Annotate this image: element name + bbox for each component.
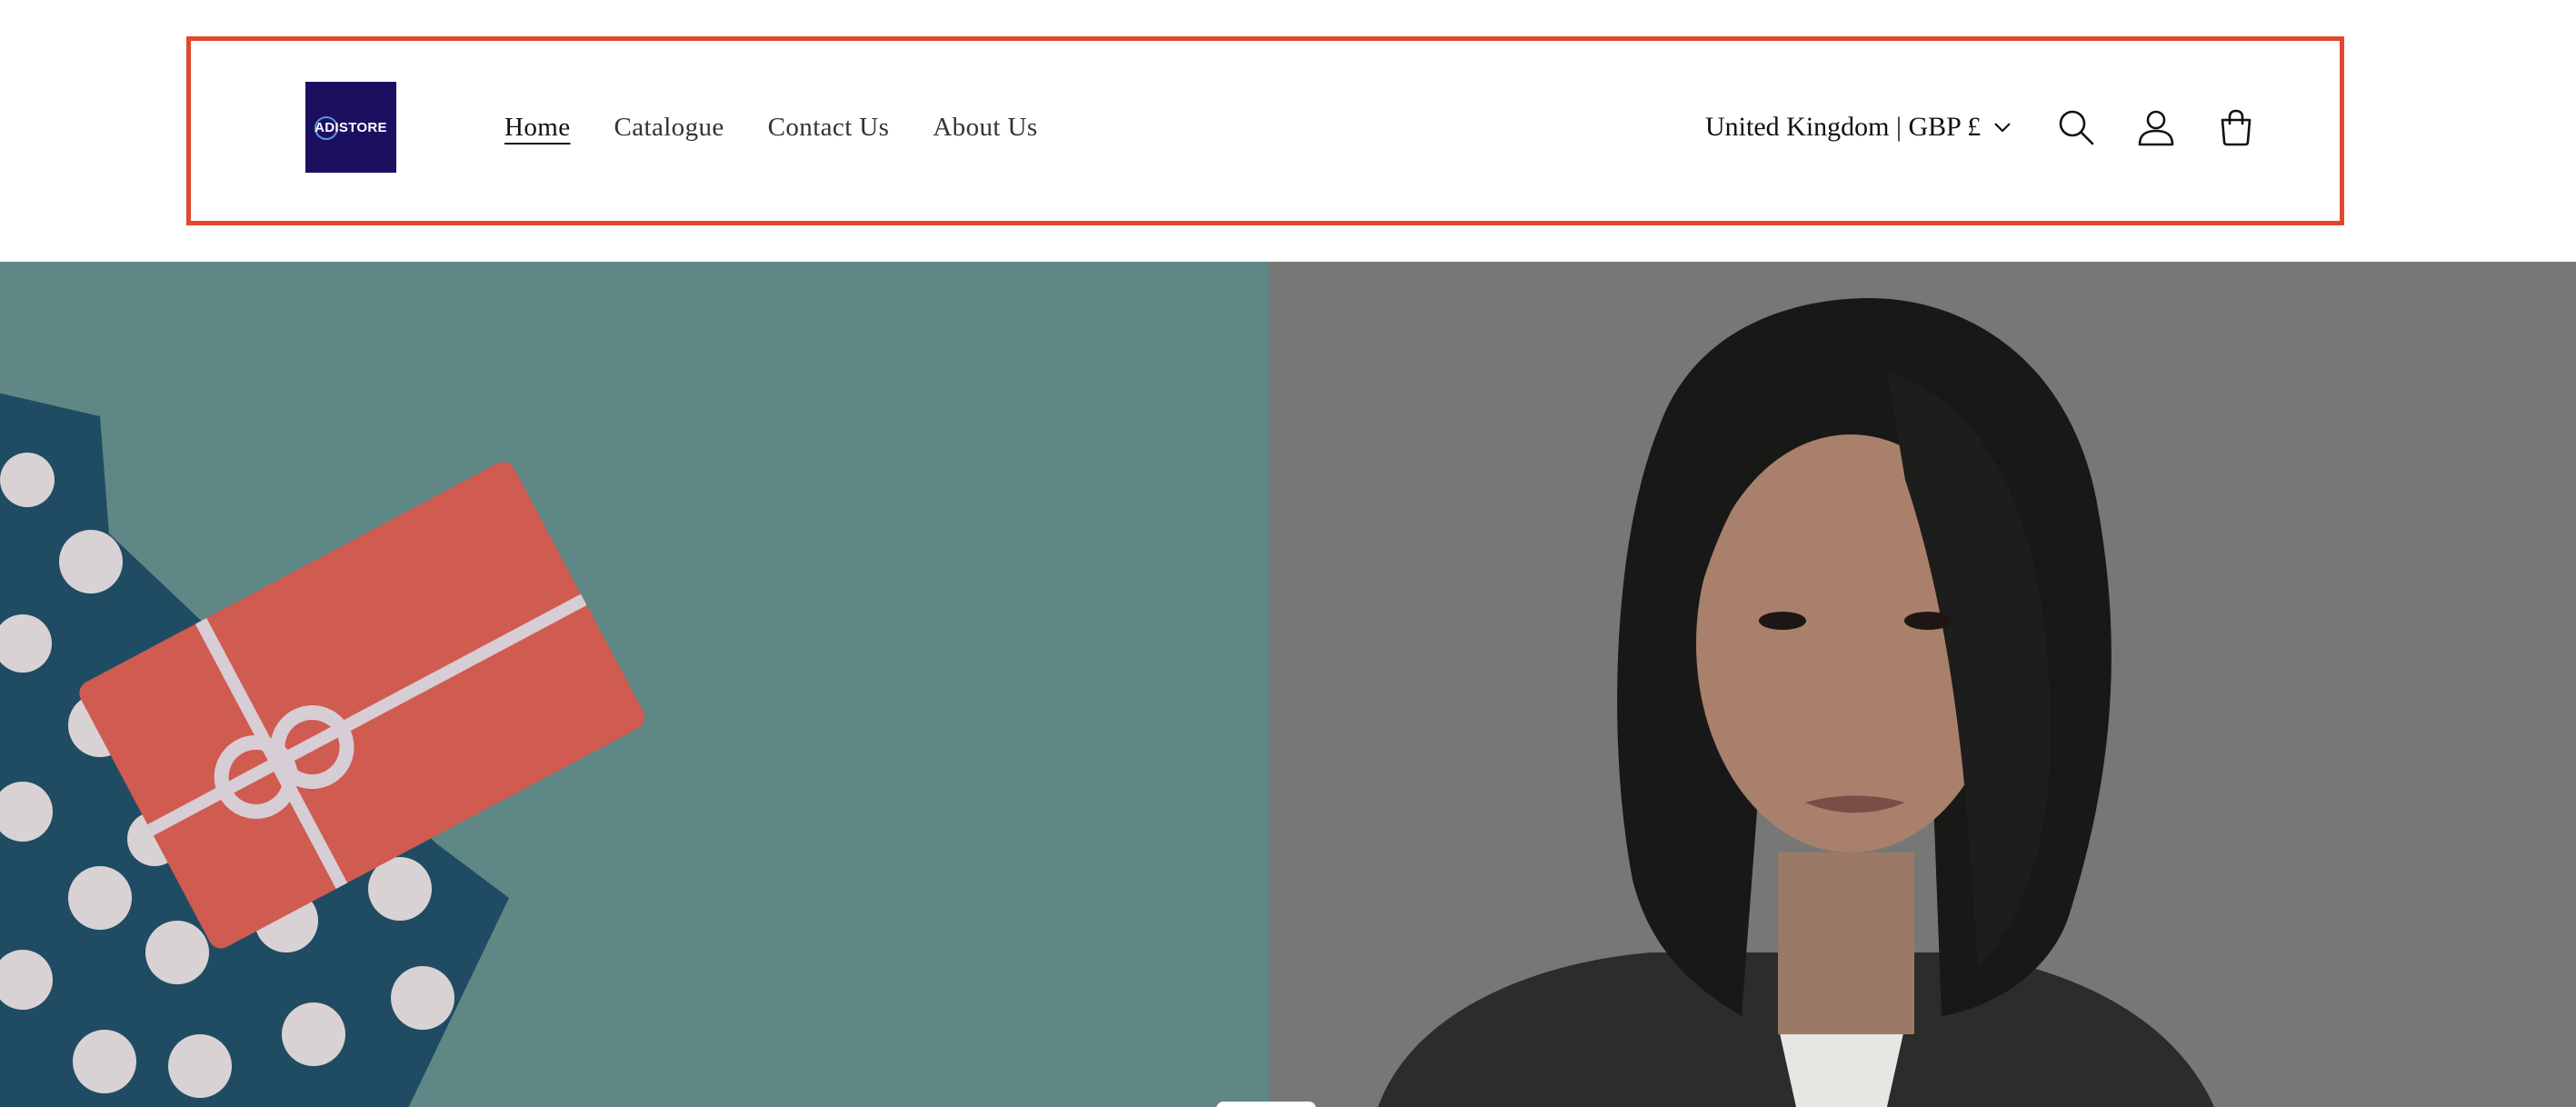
cart-button[interactable] xyxy=(2209,100,2263,155)
gift-card-envelope-image xyxy=(0,262,1269,1107)
main-nav: Home Catalogue Contact Us About Us xyxy=(504,107,1038,147)
woman-portrait-image xyxy=(1269,262,2576,1107)
chevron-down-icon xyxy=(1994,123,2012,133)
logo-text: ADISTORE xyxy=(315,119,387,135)
portrait-illustration xyxy=(1378,298,2214,1107)
account-icon xyxy=(2138,110,2174,146)
search-button[interactable] xyxy=(2049,100,2103,155)
hero-banner xyxy=(0,262,2576,1107)
search-icon xyxy=(2059,110,2094,145)
cart-icon xyxy=(2221,109,2252,146)
nav-contact-us[interactable]: Contact Us xyxy=(768,107,890,147)
gift-card-illustration xyxy=(0,393,645,1107)
store-logo[interactable]: ADISTORE xyxy=(305,82,396,173)
nav-about-us[interactable]: About Us xyxy=(933,107,1037,147)
account-button[interactable] xyxy=(2129,100,2183,155)
locale-label: United Kingdom | GBP £ xyxy=(1705,112,1982,142)
country-currency-selector[interactable]: United Kingdom | GBP £ xyxy=(1705,107,2012,147)
site-header: ADISTORE Home Catalogue Contact Us About… xyxy=(0,0,2576,262)
nav-home[interactable]: Home xyxy=(504,107,570,147)
slider-control-tab[interactable] xyxy=(1216,1102,1316,1107)
nav-catalogue[interactable]: Catalogue xyxy=(614,107,724,147)
